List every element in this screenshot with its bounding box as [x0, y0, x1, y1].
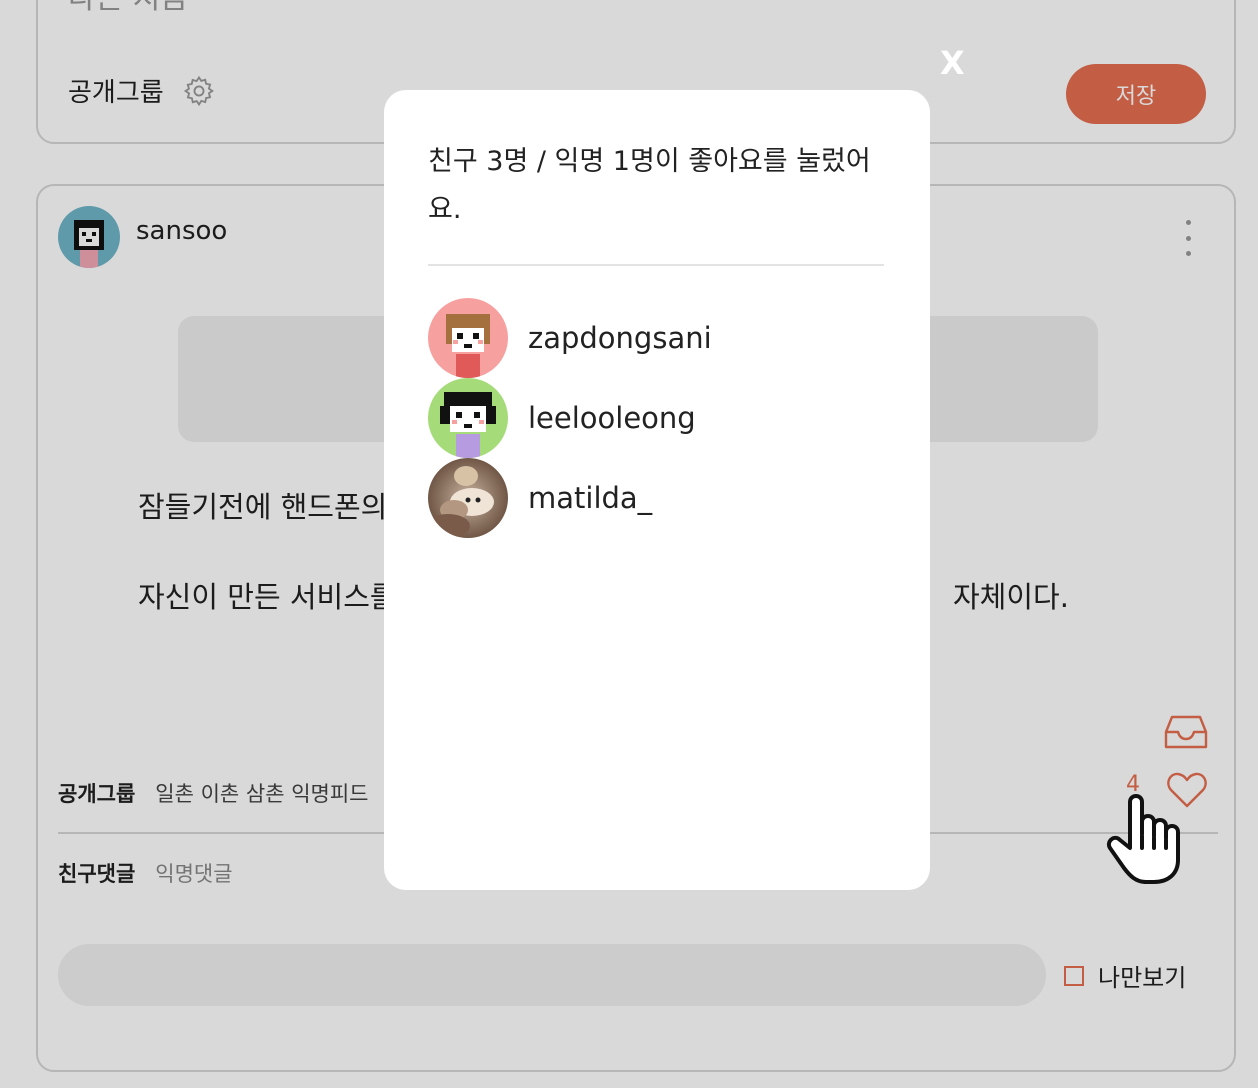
divider — [428, 264, 884, 266]
hand-pointer-cursor-icon — [1107, 794, 1180, 884]
liker-item[interactable]: matilda_ — [428, 458, 652, 538]
likes-modal: 친구 3명 / 익명 1명이 좋아요를 눌렀어요. zapdongsani le… — [384, 90, 930, 890]
liker-name[interactable]: matilda_ — [528, 481, 652, 515]
liker-name[interactable]: leelooleong — [528, 401, 696, 435]
liker-avatar[interactable] — [428, 298, 508, 378]
liker-avatar[interactable] — [428, 458, 508, 538]
liker-item[interactable]: leelooleong — [428, 378, 696, 458]
liker-item[interactable]: zapdongsani — [428, 298, 712, 378]
liker-avatar[interactable] — [428, 378, 508, 458]
page: 다른 지금 공개그룹 저장 sansoo 잠들기전에 핸드폰의 — [0, 0, 1258, 1088]
likes-modal-title: 친구 3명 / 익명 1명이 좋아요를 눌렀어요. — [428, 146, 871, 225]
close-modal-button[interactable]: X — [940, 44, 965, 82]
liker-name[interactable]: zapdongsani — [528, 321, 712, 355]
